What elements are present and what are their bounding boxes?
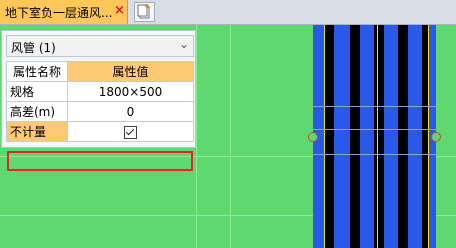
duct-element[interactable] bbox=[313, 25, 436, 248]
duct-edge-line bbox=[324, 25, 325, 248]
property-value[interactable]: 1800×500 bbox=[67, 81, 194, 102]
duct-edge-line bbox=[428, 25, 429, 248]
table-row[interactable]: 高差(m) 0 bbox=[6, 101, 194, 122]
table-row[interactable]: 不计量 bbox=[6, 121, 194, 142]
duct-endpoint-icon[interactable] bbox=[308, 132, 318, 142]
table-row[interactable]: 规格 1800×500 bbox=[6, 81, 194, 102]
duct-edge-line bbox=[377, 25, 378, 248]
duct-stripe bbox=[408, 25, 422, 248]
new-document-glyph bbox=[137, 4, 150, 19]
duct-section-line bbox=[313, 129, 436, 130]
property-name: 高差(m) bbox=[6, 101, 68, 122]
duct-stripe bbox=[384, 25, 398, 248]
property-table: 属性名称 属性值 规格 1800×500 高差(m) 0 不计量 bbox=[6, 61, 194, 142]
category-dropdown[interactable]: 风管 (1) ⌄ bbox=[6, 35, 194, 57]
new-document-icon[interactable] bbox=[134, 2, 155, 22]
document-tab-bar: 地下室负一层通风... × bbox=[0, 0, 456, 25]
tab-label: 地下室负一层通风... bbox=[5, 6, 113, 20]
column-header-value: 属性值 bbox=[67, 61, 194, 82]
property-panel: 风管 (1) ⌄ 属性名称 属性值 规格 1800×500 高差(m) 0 不计… bbox=[1, 30, 196, 171]
close-icon[interactable]: × bbox=[114, 3, 125, 18]
duct-endpoint-icon[interactable] bbox=[431, 132, 441, 142]
property-name: 不计量 bbox=[6, 121, 68, 142]
property-value[interactable]: 0 bbox=[67, 101, 194, 122]
property-name: 规格 bbox=[6, 81, 68, 102]
chevron-down-icon[interactable]: ⌄ bbox=[179, 37, 189, 51]
column-header-name: 属性名称 bbox=[6, 61, 68, 82]
category-selected: 风管 (1) bbox=[11, 41, 56, 55]
property-value-checkbox-cell[interactable] bbox=[67, 121, 194, 142]
duct-section-line bbox=[313, 154, 436, 155]
duct-section-line bbox=[313, 106, 436, 107]
tab-document[interactable]: 地下室负一层通风... × bbox=[0, 0, 128, 24]
duct-stripe bbox=[334, 25, 350, 248]
exclude-from-quantity-checkbox[interactable] bbox=[124, 125, 137, 139]
table-header-row: 属性名称 属性值 bbox=[6, 61, 194, 82]
duct-stripe bbox=[360, 25, 374, 248]
